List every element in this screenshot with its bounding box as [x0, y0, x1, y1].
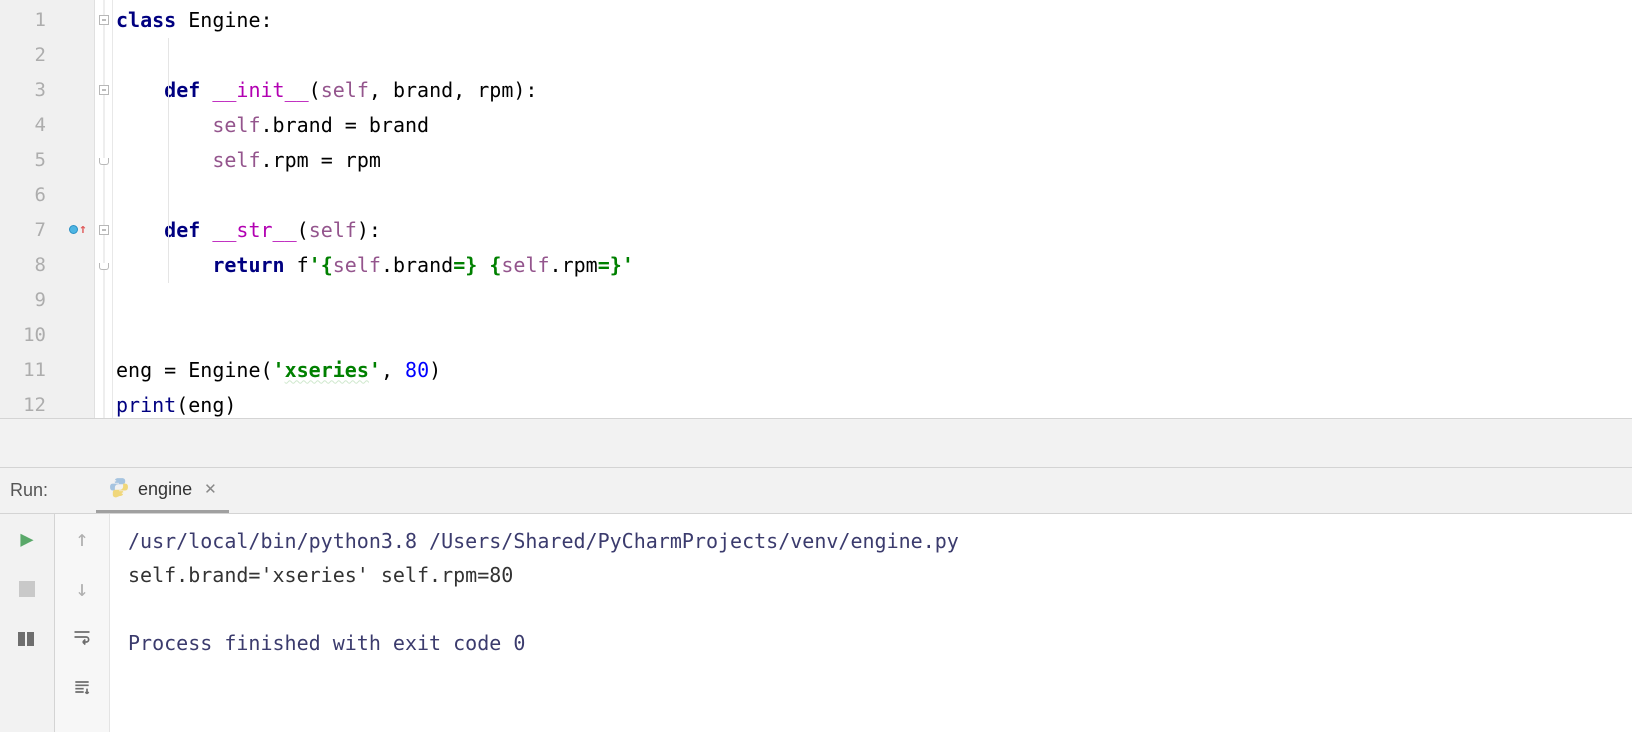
code-editor[interactable]: class Engine: def __init__(self, brand, … [113, 0, 1632, 418]
gutter: 1 2 3 4 5 6 7 ↑ 8 9 10 11 12 [0, 0, 95, 418]
gutter-row[interactable]: 3 [0, 72, 94, 107]
line-number: 9 [35, 289, 94, 311]
scroll-to-end-button[interactable] [67, 674, 97, 704]
console-output[interactable]: /usr/local/bin/python3.8 /Users/Shared/P… [110, 514, 1632, 732]
line-number: 12 [23, 394, 94, 416]
gutter-row[interactable]: 7 ↑ [0, 212, 94, 247]
run-tool-header: Run: engine ✕ [0, 468, 1632, 514]
gutter-row[interactable]: 6 [0, 177, 94, 212]
line-number: 11 [23, 359, 94, 381]
run-body: ▶ ↑ ↓ /usr/local/bin/python3.8 /Users/Sh… [0, 514, 1632, 732]
fold-column [95, 0, 113, 418]
scroll-to-end-icon [72, 677, 92, 701]
soft-wrap-button[interactable] [67, 624, 97, 654]
editor-area: 1 2 3 4 5 6 7 ↑ 8 9 10 11 12 class Engi [0, 0, 1632, 418]
override-icon[interactable]: ↑ [68, 220, 88, 240]
gutter-row[interactable]: 11 [0, 352, 94, 387]
arrow-down-icon: ↓ [75, 577, 88, 602]
code-line[interactable] [113, 177, 1632, 212]
scroll-up-button[interactable]: ↑ [67, 524, 97, 554]
fold-end-icon[interactable] [99, 263, 109, 270]
line-number: 1 [35, 9, 94, 31]
code-line[interactable]: return f'{self.brand=} {self.rpm=}' [113, 247, 1632, 282]
line-number: 5 [35, 149, 94, 171]
console-stdout: self.brand='xseries' self.rpm=80 [128, 558, 1614, 592]
fold-toggle-icon[interactable] [99, 85, 109, 95]
gutter-row[interactable]: 5 [0, 142, 94, 177]
code-line[interactable] [113, 282, 1632, 317]
fold-toggle-icon[interactable] [99, 15, 109, 25]
gutter-row[interactable]: 8 [0, 247, 94, 282]
code-line[interactable]: class Engine: [113, 2, 1632, 37]
fold-toggle-icon[interactable] [99, 225, 109, 235]
line-number: 10 [23, 324, 94, 346]
console-command: /usr/local/bin/python3.8 /Users/Shared/P… [128, 524, 1614, 558]
run-button[interactable]: ▶ [12, 524, 42, 554]
gutter-row[interactable]: 10 [0, 317, 94, 352]
run-label: Run: [0, 480, 96, 501]
run-toolbar-left: ▶ [0, 514, 55, 732]
layout-button[interactable] [12, 624, 42, 654]
line-number: 2 [35, 44, 94, 66]
code-line[interactable]: self.brand = brand [113, 107, 1632, 142]
line-number: 3 [35, 79, 94, 101]
line-number: 4 [35, 114, 94, 136]
console-blank [128, 592, 1614, 626]
code-line[interactable]: def __str__(self): [113, 212, 1632, 247]
gutter-row[interactable]: 4 [0, 107, 94, 142]
gutter-row[interactable]: 1 [0, 2, 94, 37]
gutter-row[interactable]: 9 [0, 282, 94, 317]
code-line[interactable] [113, 37, 1632, 72]
wrap-icon [72, 627, 92, 651]
code-line[interactable] [113, 317, 1632, 352]
scroll-down-button[interactable]: ↓ [67, 574, 97, 604]
close-icon[interactable]: ✕ [204, 480, 217, 498]
stop-button[interactable] [12, 574, 42, 604]
code-line[interactable]: print(eng) [113, 387, 1632, 422]
code-line[interactable]: self.rpm = rpm [113, 142, 1632, 177]
code-line[interactable]: eng = Engine('xseries', 80) [113, 352, 1632, 387]
arrow-up-icon: ↑ [75, 527, 88, 552]
stop-icon [19, 581, 35, 597]
run-tab-name: engine [138, 479, 192, 500]
line-number: 8 [35, 254, 94, 276]
console-exit: Process finished with exit code 0 [128, 626, 1614, 660]
python-icon [108, 476, 130, 503]
run-toolbar-console: ↑ ↓ [55, 514, 110, 732]
layout-icon [18, 632, 36, 646]
fold-end-icon[interactable] [99, 158, 109, 165]
play-icon: ▶ [20, 527, 33, 552]
panel-separator[interactable] [0, 418, 1632, 468]
run-tab[interactable]: engine ✕ [96, 468, 229, 513]
gutter-row[interactable]: 12 [0, 387, 94, 422]
gutter-row[interactable]: 2 [0, 37, 94, 72]
code-line[interactable]: def __init__(self, brand, rpm): [113, 72, 1632, 107]
line-number: 6 [35, 184, 94, 206]
